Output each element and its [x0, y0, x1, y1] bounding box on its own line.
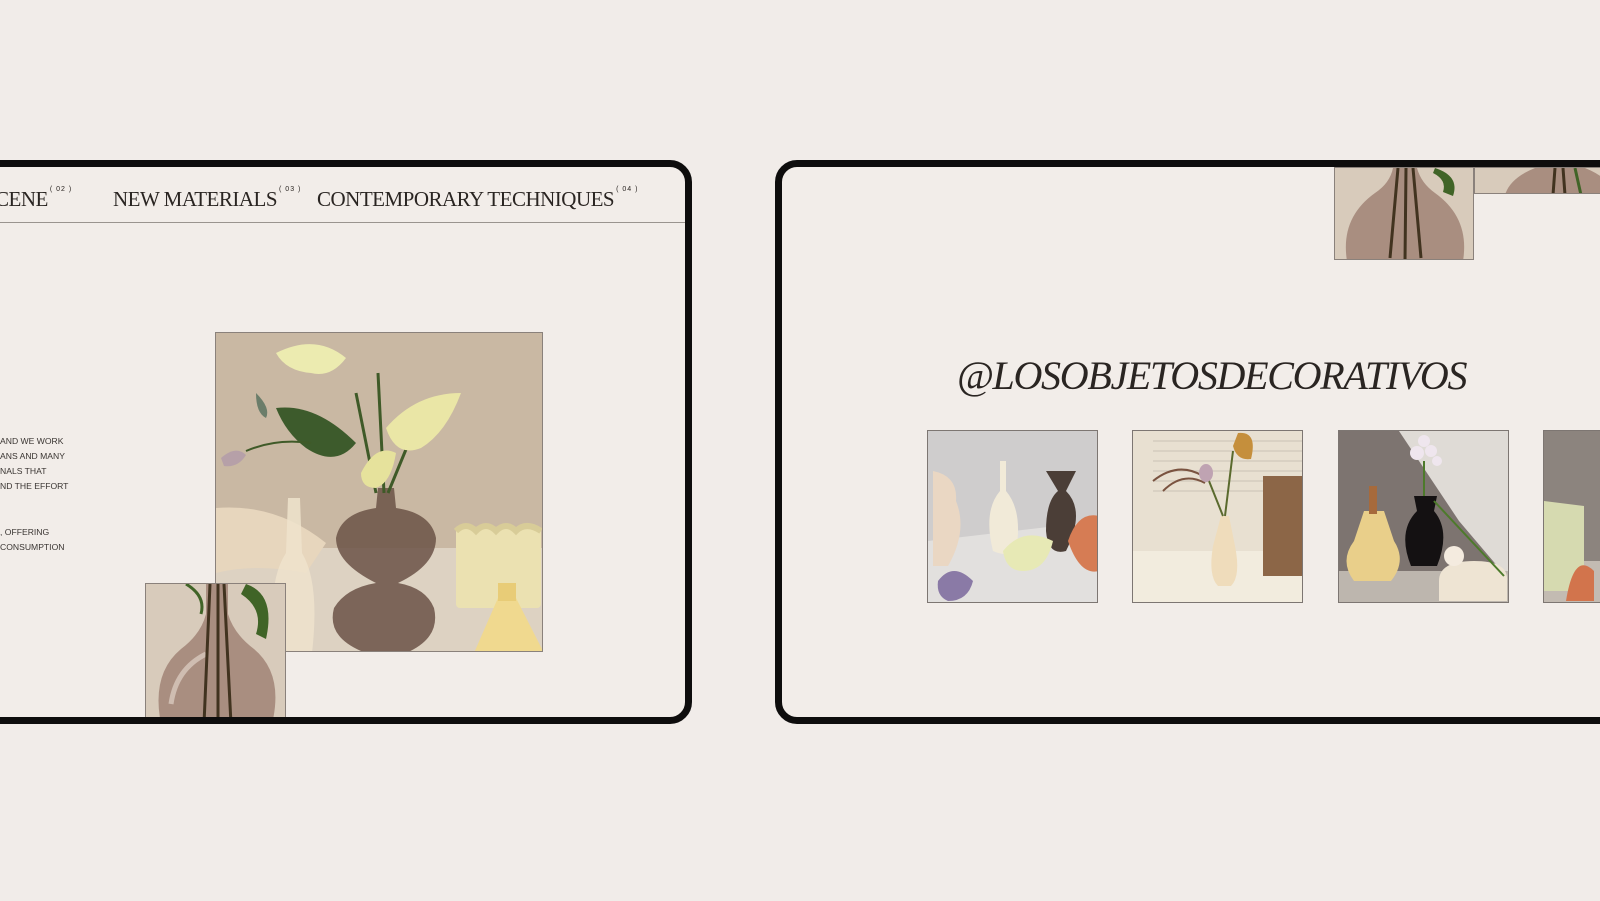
second-paragraph: , OFFERING CONSUMPTION	[0, 525, 64, 555]
nav-item-scene[interactable]: CENE( 02 )	[0, 186, 73, 212]
black-vase-photo	[1339, 431, 1508, 602]
nav-divider	[0, 222, 685, 223]
tulip-vase-photo	[1133, 431, 1302, 602]
nav-number: ( 02 )	[49, 186, 73, 193]
glass-vase-photo	[1334, 167, 1474, 260]
paragraph-line: , OFFERING	[0, 527, 50, 537]
nav-label: NEW MATERIALS	[113, 187, 278, 211]
paragraph-line: AND WE WORK	[0, 436, 64, 446]
nav-label: CENE	[0, 187, 48, 211]
paragraph-line: ANS AND MANY	[0, 451, 65, 461]
objects-photo	[1544, 431, 1600, 602]
paragraph-line: NALS THAT	[0, 466, 47, 476]
objects-photo	[928, 431, 1097, 602]
instagram-post[interactable]	[1338, 430, 1509, 603]
nav-number: ( 04 )	[616, 186, 639, 193]
paragraph-line: ND THE EFFORT	[0, 481, 69, 491]
glass-vase-photo	[1474, 167, 1600, 194]
paragraph-line: CONSUMPTION	[0, 542, 65, 552]
instagram-handle[interactable]: @LOSOBJETOSDECORATIVOS	[957, 352, 1468, 399]
left-tablet-screen: CENE( 02 ) NEW MATERIALS( 03 ) CONTEMPOR…	[0, 160, 692, 724]
instagram-post[interactable]	[1132, 430, 1303, 603]
intro-paragraph: AND WE WORK ANS AND MANY NALS THAT ND TH…	[0, 434, 68, 494]
right-tablet-screen: @LOSOBJETOSDECORATIVOS	[775, 160, 1600, 724]
nav-label: CONTEMPORARY TECHNIQUES	[317, 187, 615, 211]
glass-vase-photo	[145, 583, 286, 717]
instagram-post[interactable]	[927, 430, 1098, 603]
nav-item-new-materials[interactable]: NEW MATERIALS( 03 )	[113, 186, 302, 212]
nav-item-contemporary-techniques[interactable]: CONTEMPORARY TECHNIQUES( 04 )	[317, 186, 639, 212]
instagram-post[interactable]	[1543, 430, 1600, 603]
nav-number: ( 03 )	[279, 186, 302, 193]
